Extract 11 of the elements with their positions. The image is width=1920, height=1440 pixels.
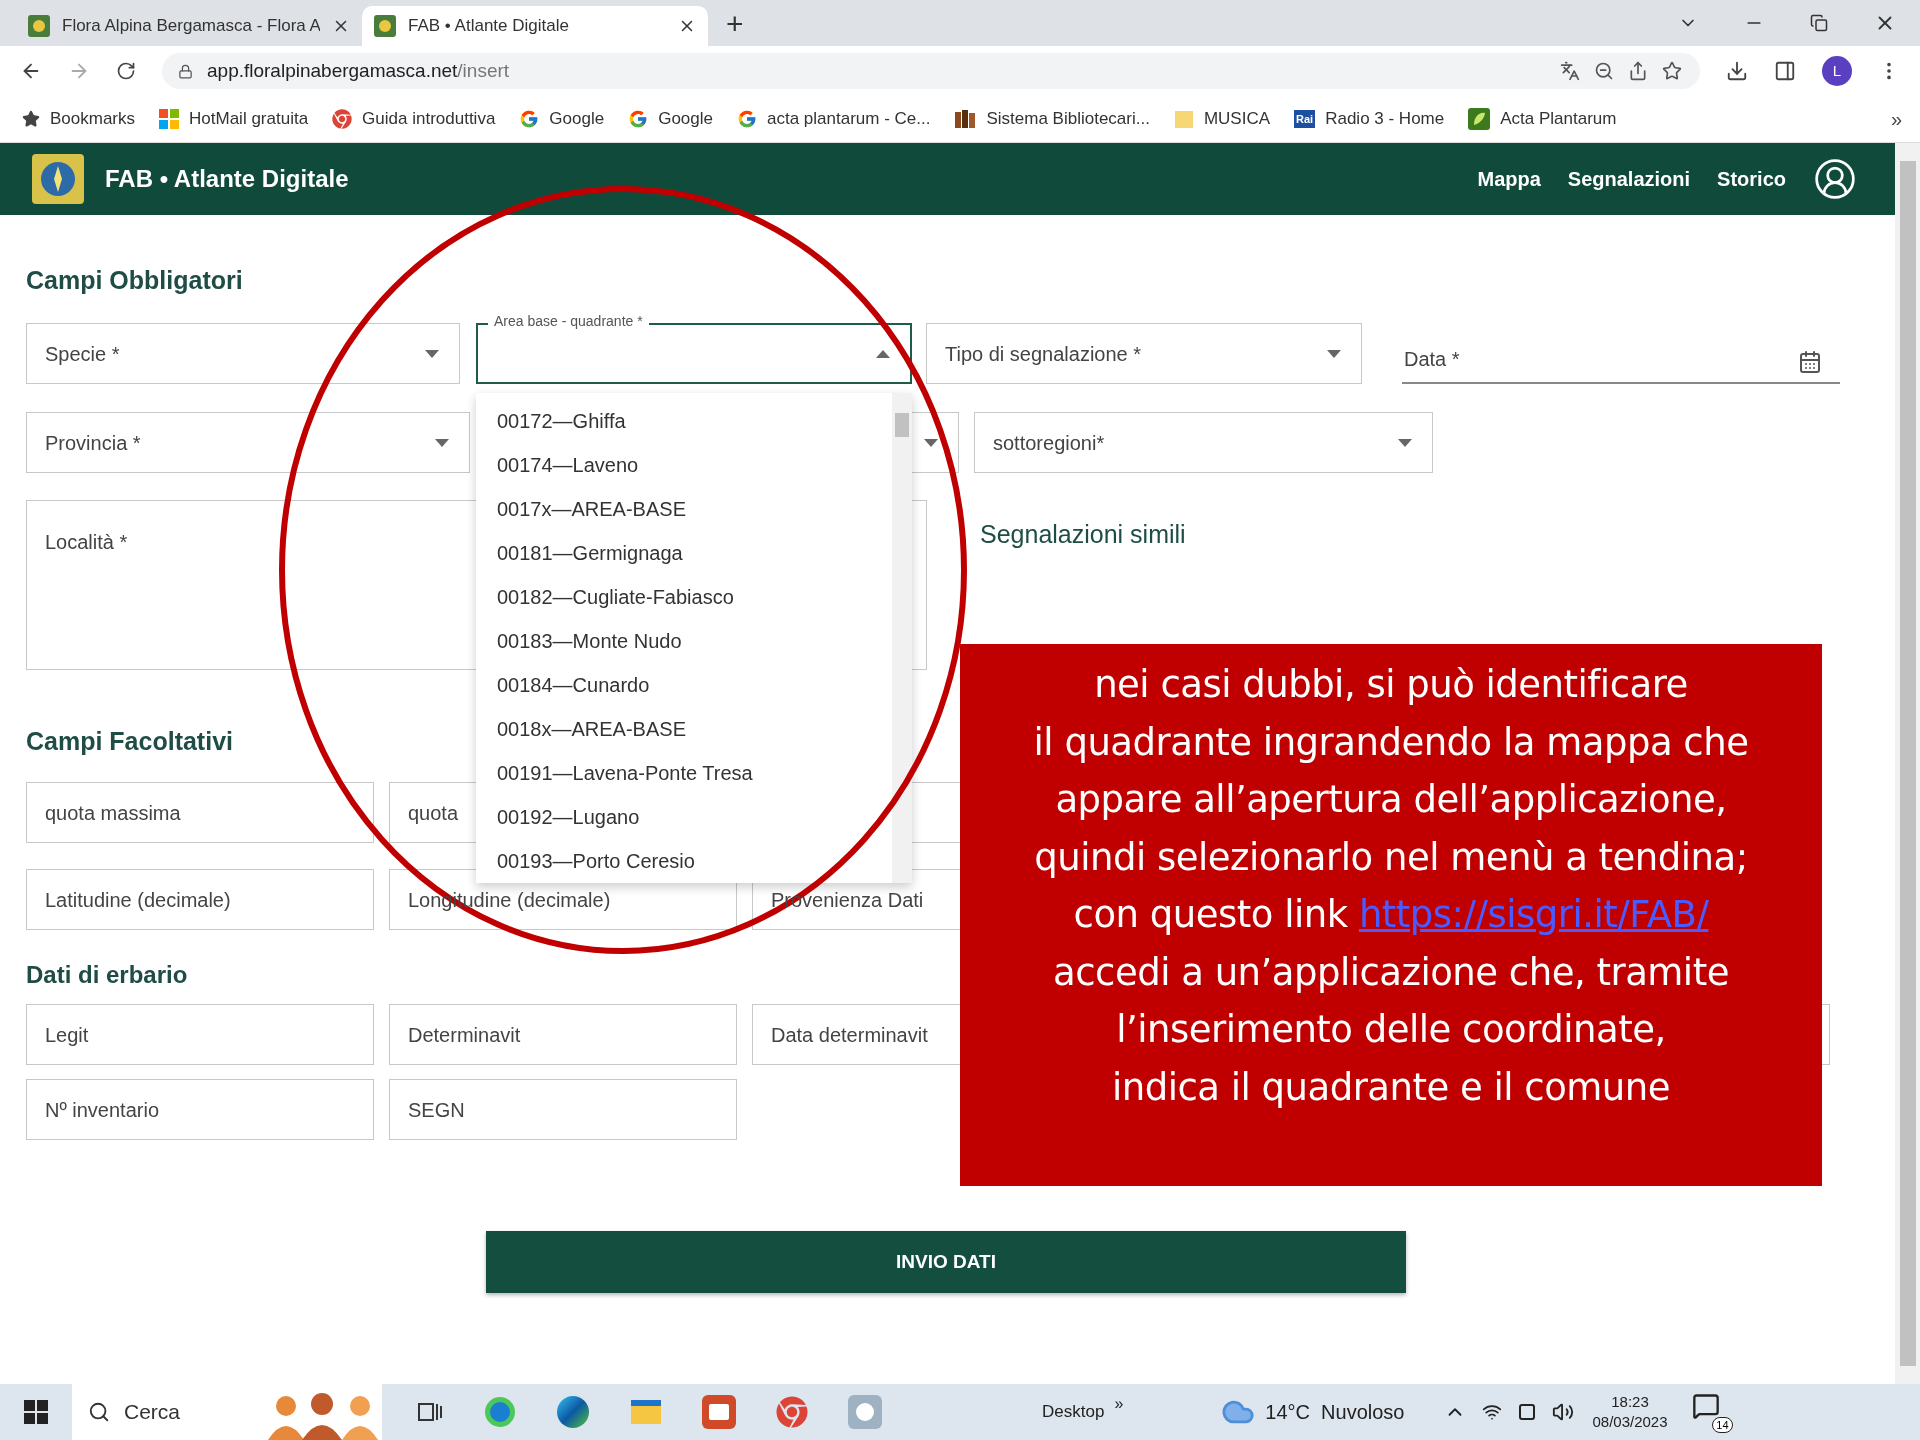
section-heading: Dati di erbario [26,960,188,990]
tab-title: FAB • Atlante Digitale [408,15,570,38]
rai-logo: Rai [1294,110,1316,128]
url-text: app.floralpinabergamasca.net/insert [207,58,510,83]
floating-label: Area base - quadrante * [488,313,649,329]
section-heading: Campi Obbligatori [26,265,243,295]
app-title: FAB • Atlante Digitale [105,164,349,194]
tab-title: Flora Alpina Bergamasca - Flora A [62,15,320,38]
section-heading: Campi Facoltativi [26,726,233,756]
notification-count: 14 [1712,1417,1733,1433]
section-heading: Segnalazioni simili [980,519,1186,546]
